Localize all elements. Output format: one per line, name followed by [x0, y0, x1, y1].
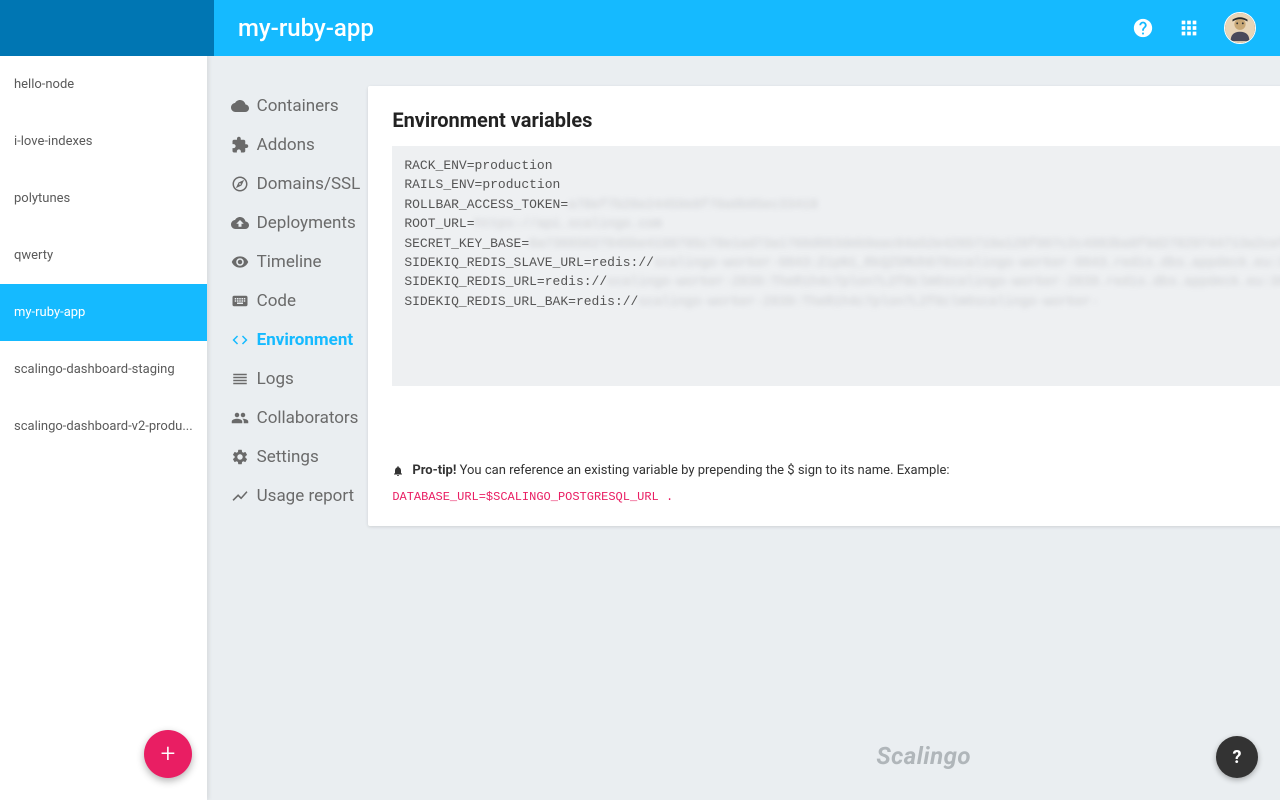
floating-help-button[interactable]: ? — [1216, 736, 1258, 778]
people-icon — [231, 409, 249, 427]
sidebar-app-label: hello-node — [14, 77, 74, 92]
subnav-label: Logs — [257, 369, 294, 389]
help-icon[interactable] — [1132, 17, 1154, 39]
gear-icon — [231, 448, 249, 466]
bell-icon — [392, 465, 404, 477]
subnav-label: Deployments — [257, 213, 356, 233]
subnav-label: Addons — [257, 135, 315, 155]
tip-bold: Pro-tip! — [412, 463, 456, 478]
subnav-label: Settings — [257, 447, 319, 467]
subnav-item[interactable]: Usage report — [231, 476, 361, 515]
subnav-item[interactable]: Deployments — [231, 203, 361, 242]
tip-code: DATABASE_URL=$SCALINGO_POSTGRESQL_URL . — [392, 490, 1280, 504]
cloud-icon — [231, 97, 249, 115]
apps-grid-icon[interactable] — [1178, 17, 1200, 39]
subnav-item[interactable]: Addons — [231, 125, 361, 164]
card-title: Environment variables — [392, 108, 1280, 132]
sidebar-app-label: scalingo-dashboard-staging — [14, 362, 175, 377]
env-card: Environment variables RACK_ENV=productio… — [368, 86, 1280, 526]
subnav-item[interactable]: Domains/SSL — [231, 164, 361, 203]
code-tag-icon — [231, 331, 249, 349]
subnav-item[interactable]: Containers — [231, 86, 361, 125]
sidebar-app-item[interactable]: i-love-indexes — [0, 113, 207, 170]
main-content: Environment variables RACK_ENV=productio… — [368, 56, 1280, 800]
chart-icon — [231, 487, 249, 505]
sidebar-app-label: my-ruby-app — [14, 305, 85, 320]
header-brand-block — [0, 0, 214, 56]
sidebar-app-label: polytunes — [14, 191, 70, 206]
header-main: my-ruby-app — [214, 0, 1280, 56]
subnav-item[interactable]: Code — [231, 281, 361, 320]
page-title: my-ruby-app — [238, 14, 1132, 42]
app-sidebar: hello-node i-love-indexes polytunes qwerty m… — [0, 56, 207, 800]
subnav-label: Timeline — [257, 252, 322, 272]
pro-tip: Pro-tip! You can reference an existing v… — [392, 463, 1280, 504]
subnav-item[interactable]: Collaborators — [231, 398, 361, 437]
tip-text: You can reference an existing variable b… — [460, 463, 950, 478]
avatar[interactable] — [1224, 12, 1256, 44]
cloud-upload-icon — [231, 214, 249, 232]
sidebar-app-item[interactable]: my-ruby-app — [0, 284, 207, 341]
sidebar-app-item[interactable]: polytunes — [0, 170, 207, 227]
subnav-item[interactable]: Logs — [231, 359, 361, 398]
subnav-label: Code — [257, 291, 296, 311]
subnav-item[interactable]: Environment — [231, 320, 361, 359]
sidebar-app-item[interactable]: qwerty — [0, 227, 207, 284]
subnav: Containers Addons Domains/SSL Deployments Ti… — [207, 56, 369, 800]
sidebar-app-item[interactable]: scalingo-dashboard-staging — [0, 341, 207, 398]
subnav-item[interactable]: Timeline — [231, 242, 361, 281]
sidebar-app-label: scalingo-dashboard-v2-produ... — [14, 419, 193, 434]
header-actions — [1132, 12, 1256, 44]
brand-watermark: Scalingo — [876, 742, 971, 770]
top-header: my-ruby-app — [0, 0, 1280, 56]
add-app-fab[interactable]: + — [144, 730, 192, 778]
keyboard-icon — [231, 292, 249, 310]
puzzle-icon — [231, 136, 249, 154]
subnav-label: Environment — [257, 330, 353, 350]
eye-icon — [231, 253, 249, 271]
sidebar-app-label: i-love-indexes — [14, 134, 92, 149]
list-icon — [231, 370, 249, 388]
sidebar-app-item[interactable]: scalingo-dashboard-v2-produ... — [0, 398, 207, 455]
subnav-item[interactable]: Settings — [231, 437, 361, 476]
subnav-label: Domains/SSL — [257, 174, 361, 194]
subnav-label: Containers — [257, 96, 339, 116]
subnav-label: Collaborators — [257, 408, 359, 428]
compass-icon — [231, 175, 249, 193]
env-textarea[interactable]: RACK_ENV=productionRAILS_ENV=productionR… — [392, 146, 1280, 386]
sidebar-app-item[interactable]: hello-node — [0, 56, 207, 113]
subnav-label: Usage report — [257, 486, 354, 506]
sidebar-app-label: qwerty — [14, 248, 53, 263]
